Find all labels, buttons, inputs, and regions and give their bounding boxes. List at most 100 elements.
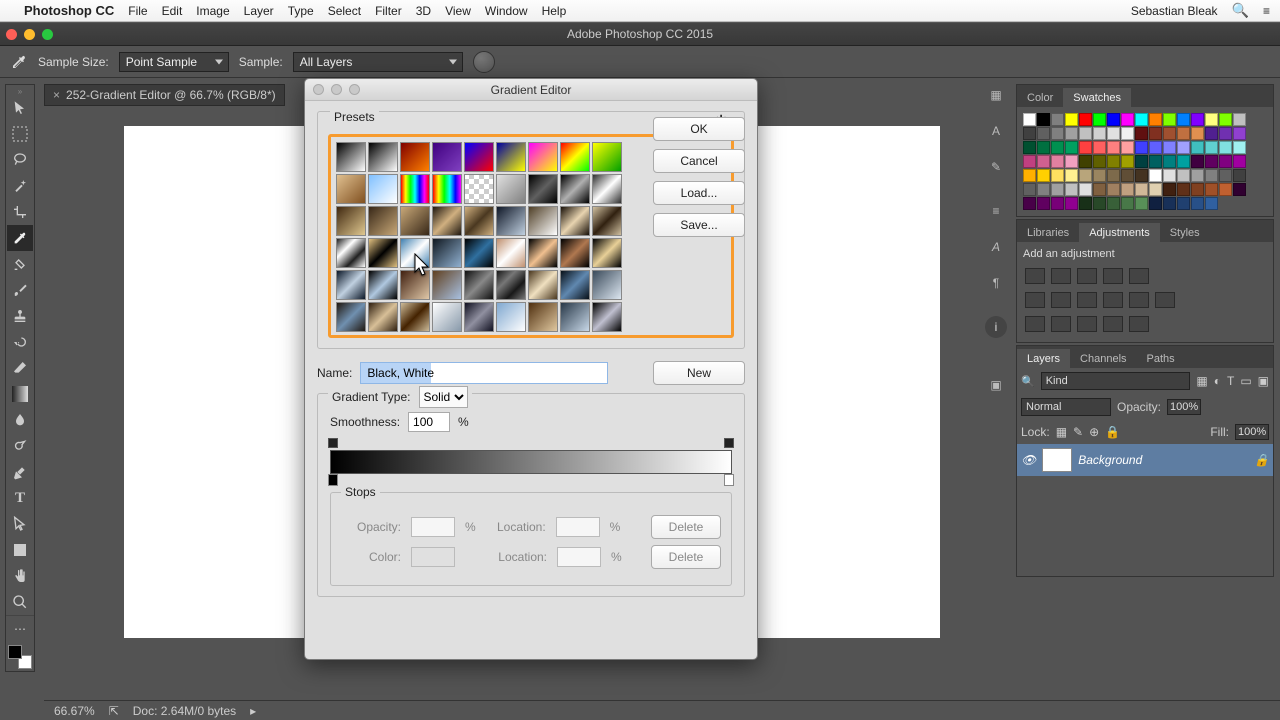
swatch[interactable] xyxy=(1093,127,1106,140)
swatch[interactable] xyxy=(1219,127,1232,140)
gradient-preset[interactable] xyxy=(560,270,590,300)
gradient-preset[interactable] xyxy=(432,302,462,332)
swatch[interactable] xyxy=(1219,141,1232,154)
gradient-preset[interactable] xyxy=(336,302,366,332)
gradient-preset[interactable] xyxy=(496,302,526,332)
adj-bw-icon[interactable] xyxy=(1077,292,1097,308)
gradient-preset[interactable] xyxy=(400,302,430,332)
swatch[interactable] xyxy=(1233,169,1246,182)
menu-window[interactable]: Window xyxy=(485,4,528,18)
swatches-grid[interactable] xyxy=(1023,113,1267,210)
smoothness-field[interactable] xyxy=(408,412,450,432)
gradient-preset[interactable] xyxy=(592,174,622,204)
swatch[interactable] xyxy=(1107,197,1120,210)
zoom-level[interactable]: 66.67% xyxy=(54,704,95,718)
swatch[interactable] xyxy=(1191,183,1204,196)
swatch[interactable] xyxy=(1037,113,1050,126)
swatch[interactable] xyxy=(1135,141,1148,154)
gradient-preset[interactable] xyxy=(400,238,430,268)
gradient-preset[interactable] xyxy=(560,142,590,172)
swatch[interactable] xyxy=(1107,155,1120,168)
swatch[interactable] xyxy=(1121,169,1134,182)
hand-tool[interactable] xyxy=(7,563,33,589)
swatch[interactable] xyxy=(1023,141,1036,154)
gradient-preset[interactable] xyxy=(592,270,622,300)
path-select-tool[interactable] xyxy=(7,511,33,537)
gradient-preset[interactable] xyxy=(368,174,398,204)
swatch[interactable] xyxy=(1205,183,1218,196)
swatch[interactable] xyxy=(1233,113,1246,126)
stop-opacity-field[interactable] xyxy=(411,517,455,537)
tool-preset-icon[interactable] xyxy=(10,53,28,71)
swatch[interactable] xyxy=(1023,127,1036,140)
visibility-eye-icon[interactable]: 👁 xyxy=(1021,453,1036,467)
gradient-preset[interactable] xyxy=(400,206,430,236)
swatch[interactable] xyxy=(1177,141,1190,154)
menu-layer[interactable]: Layer xyxy=(244,4,274,18)
gradient-preset[interactable] xyxy=(400,174,430,204)
gradient-preset[interactable] xyxy=(336,206,366,236)
swatch[interactable] xyxy=(1051,141,1064,154)
menu-select[interactable]: Select xyxy=(328,4,361,18)
filter-shape-icon[interactable]: ▭ xyxy=(1240,374,1251,388)
swatch[interactable] xyxy=(1051,197,1064,210)
adj-levels-icon[interactable] xyxy=(1051,268,1071,284)
tab-layers[interactable]: Layers xyxy=(1017,349,1070,368)
move-tool[interactable] xyxy=(7,95,33,121)
blur-tool[interactable] xyxy=(7,407,33,433)
gradient-preset[interactable] xyxy=(400,270,430,300)
swatch[interactable] xyxy=(1233,183,1246,196)
gradient-preset[interactable] xyxy=(528,206,558,236)
gradient-preset[interactable] xyxy=(368,238,398,268)
swatch[interactable] xyxy=(1149,155,1162,168)
menu-help[interactable]: Help xyxy=(542,4,567,18)
gradient-type-select[interactable]: Solid xyxy=(419,386,468,408)
stop-location-field[interactable] xyxy=(556,517,600,537)
gradient-preset[interactable] xyxy=(432,206,462,236)
preset-grid[interactable] xyxy=(334,140,626,332)
swatch[interactable] xyxy=(1177,197,1190,210)
swatch[interactable] xyxy=(1219,183,1232,196)
swatch[interactable] xyxy=(1079,127,1092,140)
swatch[interactable] xyxy=(1107,141,1120,154)
doc-info[interactable]: Doc: 2.64M/0 bytes xyxy=(133,704,236,718)
menu-extras-icon[interactable]: ≡ xyxy=(1263,4,1270,18)
stop-color-swatch[interactable] xyxy=(411,547,455,567)
gradient-preset[interactable] xyxy=(496,238,526,268)
adj-hue-icon[interactable] xyxy=(1025,292,1045,308)
dialog-titlebar[interactable]: Gradient Editor xyxy=(305,79,757,101)
gradient-preset[interactable] xyxy=(592,142,622,172)
gradient-tool[interactable] xyxy=(7,381,33,407)
adj-lut-icon[interactable] xyxy=(1155,292,1175,308)
swatch[interactable] xyxy=(1135,127,1148,140)
swatch[interactable] xyxy=(1149,141,1162,154)
blend-mode-select[interactable]: Normal xyxy=(1021,398,1111,416)
gradient-preset[interactable] xyxy=(464,174,494,204)
gradient-preset[interactable] xyxy=(496,174,526,204)
swatch[interactable] xyxy=(1093,113,1106,126)
swatch[interactable] xyxy=(1023,169,1036,182)
swatch[interactable] xyxy=(1177,183,1190,196)
swatch[interactable] xyxy=(1219,113,1232,126)
swatch[interactable] xyxy=(1107,113,1120,126)
zoom-window-icon[interactable] xyxy=(42,29,53,40)
swatch[interactable] xyxy=(1219,169,1232,182)
menu-type[interactable]: Type xyxy=(288,4,314,18)
swatch[interactable] xyxy=(1037,141,1050,154)
filter-smart-icon[interactable]: ▣ xyxy=(1258,374,1269,388)
swatch[interactable] xyxy=(1065,197,1078,210)
gradient-preset[interactable] xyxy=(592,206,622,236)
adj-selcol-icon[interactable] xyxy=(1129,316,1149,332)
swatch[interactable] xyxy=(1065,113,1078,126)
swatch[interactable] xyxy=(1023,155,1036,168)
para2-panel-icon[interactable]: ¶ xyxy=(985,272,1007,294)
opacity-stop-right[interactable] xyxy=(724,438,734,448)
adj-chmix-icon[interactable] xyxy=(1129,292,1149,308)
close-window-icon[interactable] xyxy=(6,29,17,40)
swatch[interactable] xyxy=(1037,183,1050,196)
swatch[interactable] xyxy=(1191,141,1204,154)
swatch[interactable] xyxy=(1121,113,1134,126)
swatch[interactable] xyxy=(1023,197,1036,210)
swatch[interactable] xyxy=(1037,169,1050,182)
swatch[interactable] xyxy=(1191,169,1204,182)
